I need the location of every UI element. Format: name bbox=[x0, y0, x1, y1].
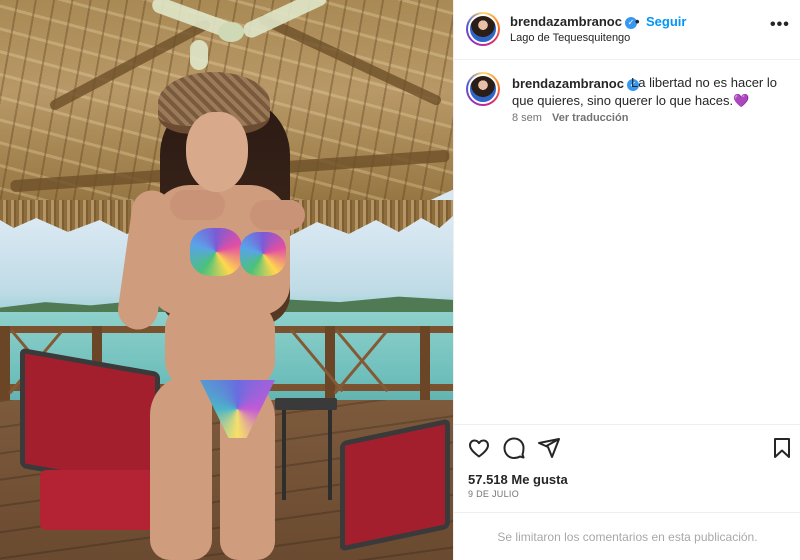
bookmark-icon[interactable] bbox=[770, 436, 794, 460]
post-date[interactable]: 9 DE JULIO bbox=[468, 489, 519, 499]
follow-button[interactable]: Seguir bbox=[646, 14, 686, 29]
ceiling-fan-blade bbox=[190, 40, 208, 70]
avatar[interactable] bbox=[466, 12, 500, 46]
divider bbox=[454, 512, 800, 513]
more-horizontal-icon[interactable]: ••• bbox=[770, 16, 790, 34]
post-header: brendazambranoc ✓ • Seguir Lago de Teques… bbox=[454, 0, 800, 60]
share-icon[interactable] bbox=[537, 436, 561, 460]
instagram-post: brendazambranoc ✓ • Seguir Lago de Teques… bbox=[0, 0, 800, 560]
username-text: brendazambranoc bbox=[510, 14, 622, 29]
red-chair bbox=[340, 418, 450, 552]
post-photo[interactable] bbox=[0, 0, 453, 560]
likes-count[interactable]: 57.518 Me gusta bbox=[468, 472, 568, 487]
side-table bbox=[275, 398, 337, 410]
ceiling-fan-hub bbox=[218, 22, 244, 42]
avatar-image bbox=[468, 14, 498, 44]
comment-icon[interactable] bbox=[502, 436, 526, 460]
caption-age: 8 sem bbox=[512, 112, 542, 124]
comments-limited-notice: Se limitaron los comentarios en esta pub… bbox=[497, 530, 758, 544]
location-link[interactable]: Lago de Tequesquitengo bbox=[510, 32, 630, 44]
separator-dot: • bbox=[635, 14, 640, 29]
caption-avatar[interactable] bbox=[466, 72, 500, 106]
heart-icon[interactable] bbox=[467, 436, 491, 460]
see-translation-link[interactable]: Ver traducción bbox=[552, 112, 628, 124]
caption-text: La libertad no es hacer lo que quieres, … bbox=[512, 74, 790, 110]
divider bbox=[454, 424, 800, 425]
avatar-image bbox=[468, 74, 498, 104]
username-link[interactable]: brendazambranoc ✓ bbox=[510, 14, 637, 29]
purple-heart-emoji: 💜 bbox=[733, 93, 750, 108]
post-sidebar: brendazambranoc ✓ • Seguir Lago de Teques… bbox=[453, 0, 800, 560]
